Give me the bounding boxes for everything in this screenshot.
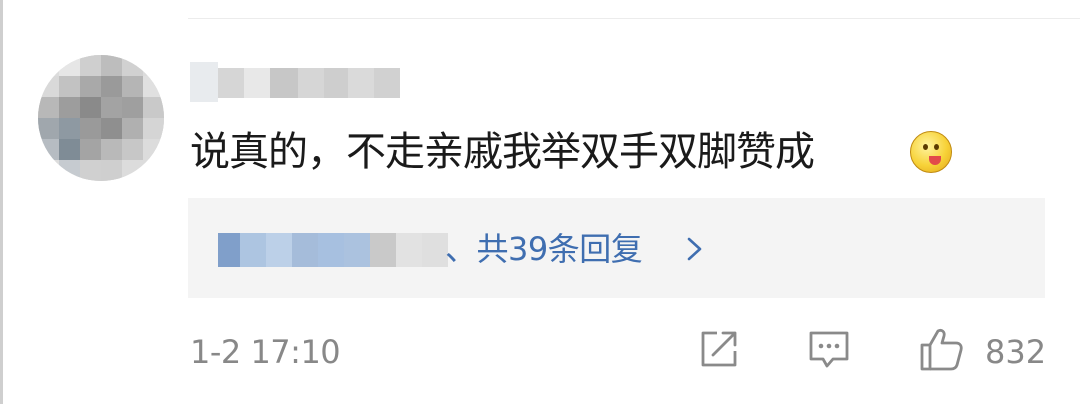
chevron-right-icon[interactable] (683, 236, 705, 262)
reply-authors-blurred (218, 233, 448, 267)
top-divider (188, 18, 1080, 19)
avatar[interactable] (38, 55, 164, 181)
reply-count-link[interactable]: 、共39条回复 (445, 226, 643, 272)
thumbs-up-icon[interactable] (918, 325, 966, 373)
comment-icon[interactable] (805, 325, 853, 373)
tongue-out-face-emoji-icon (910, 131, 952, 173)
username-blurred[interactable] (190, 62, 430, 102)
replies-preview[interactable]: 、共39条回复 (188, 198, 1045, 298)
comment-timestamp: 1-2 17:10 (190, 333, 341, 371)
like-count: 832 (985, 333, 1047, 371)
left-edge (0, 0, 3, 404)
comment-text: 说真的，不走亲戚我举双手双脚赞成 (190, 129, 815, 175)
share-icon[interactable] (695, 325, 743, 373)
